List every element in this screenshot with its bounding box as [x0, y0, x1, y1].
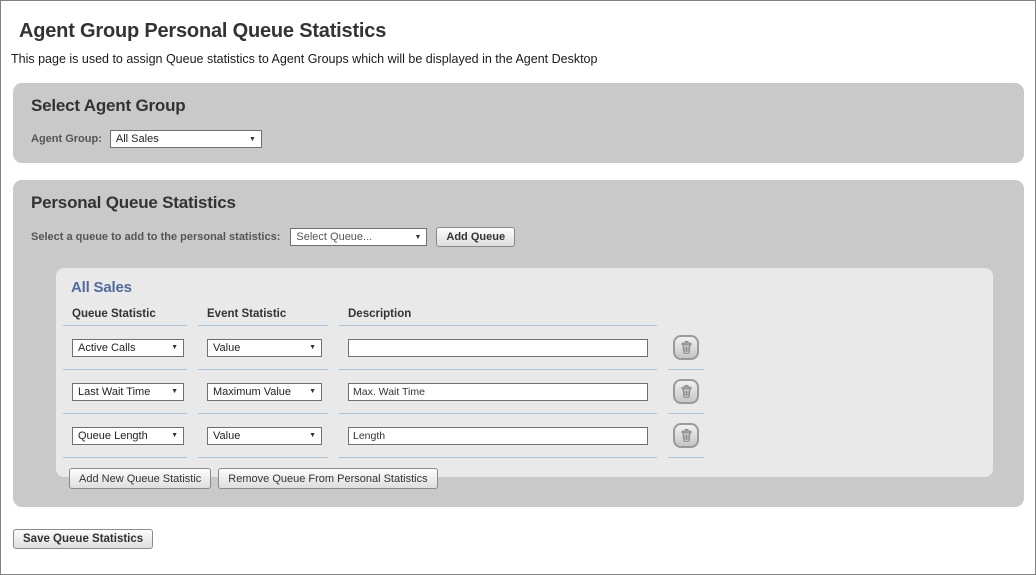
agent-group-label: Agent Group: — [31, 133, 102, 145]
save-queue-statistics-button[interactable]: Save Queue Statistics — [13, 529, 154, 549]
agent-group-statistics-panel: All Sales Queue Statistic Event Statisti… — [56, 268, 993, 489]
table-row — [668, 414, 704, 458]
dropdown-arrow-icon: ▼ — [171, 432, 178, 439]
dropdown-arrow-icon: ▼ — [309, 432, 316, 439]
event-statistic-value: Maximum Value — [213, 385, 292, 398]
table-row: Active Calls ▼ — [63, 326, 187, 370]
table-row — [339, 370, 657, 414]
dropdown-arrow-icon: ▼ — [248, 135, 256, 143]
table-row: Value ▼ — [198, 326, 328, 370]
group-title: All Sales — [71, 279, 132, 296]
table-actions: Add New Queue Statistic Remove Queue Fro… — [69, 468, 993, 489]
add-new-queue-statistic-button[interactable]: Add New Queue Statistic — [69, 468, 212, 489]
event-statistic-select[interactable]: Value ▼ — [207, 426, 322, 445]
queue-statistic-select[interactable]: Queue Length ▼ — [72, 426, 184, 445]
trash-icon — [680, 428, 692, 442]
queue-select-label: Select a queue to add to the personal st… — [31, 231, 281, 243]
statistics-table: Queue Statistic Event Statistic Descript… — [63, 302, 993, 458]
dropdown-arrow-icon: ▼ — [414, 233, 422, 241]
queue-add-row: Select a queue to add to the personal st… — [31, 227, 1024, 247]
dropdown-arrow-icon: ▼ — [171, 388, 178, 395]
table-row: Value ▼ — [198, 414, 328, 458]
queue-statistic-select[interactable]: Active Calls ▼ — [72, 338, 184, 357]
event-statistic-value: Value — [213, 429, 241, 442]
select-agent-group-heading: Select Agent Group — [31, 96, 186, 115]
queue-select-value: Select Queue... — [296, 231, 373, 243]
dropdown-arrow-icon: ▼ — [171, 344, 178, 351]
remove-queue-button[interactable]: Remove Queue From Personal Statistics — [218, 468, 438, 489]
event-statistic-value: Value — [213, 341, 241, 354]
event-statistic-select[interactable]: Value ▼ — [207, 338, 322, 357]
trash-icon — [680, 384, 692, 398]
personal-queue-statistics-panel: Personal Queue Statistics Select a queue… — [13, 180, 1024, 507]
column-header-delete — [668, 302, 704, 326]
page: Agent Group Personal Queue Statistics Th… — [0, 0, 1036, 575]
description-input[interactable] — [348, 338, 648, 357]
event-statistic-select[interactable]: Maximum Value ▼ — [207, 382, 322, 401]
page-subtitle: This page is used to assign Queue statis… — [11, 52, 598, 66]
description-input[interactable] — [348, 426, 648, 445]
queue-statistic-value: Last Wait Time — [78, 385, 151, 398]
queue-statistic-select[interactable]: Last Wait Time ▼ — [72, 382, 184, 401]
queue-statistic-value: Queue Length — [78, 429, 148, 442]
agent-group-select[interactable]: All Sales ▼ — [109, 130, 262, 148]
delete-row-button[interactable] — [673, 379, 699, 404]
trash-icon — [680, 340, 692, 354]
queue-select[interactable]: Select Queue... ▼ — [290, 228, 428, 246]
table-row — [668, 370, 704, 414]
select-agent-group-panel: Select Agent Group Agent Group: All Sale… — [13, 83, 1024, 163]
add-queue-button[interactable]: Add Queue — [436, 227, 516, 247]
personal-queue-statistics-heading: Personal Queue Statistics — [31, 193, 236, 212]
agent-group-row: Agent Group: All Sales ▼ — [31, 130, 1024, 148]
column-header-description: Description — [339, 302, 657, 326]
description-input[interactable] — [348, 382, 648, 401]
dropdown-arrow-icon: ▼ — [309, 344, 316, 351]
column-header-queue-statistic: Queue Statistic — [63, 302, 187, 326]
table-row: Last Wait Time ▼ — [63, 370, 187, 414]
dropdown-arrow-icon: ▼ — [309, 388, 316, 395]
table-row — [339, 326, 657, 370]
table-row — [339, 414, 657, 458]
agent-group-select-value: All Sales — [115, 133, 159, 145]
column-header-event-statistic: Event Statistic — [198, 302, 328, 326]
queue-statistic-value: Active Calls — [78, 341, 136, 354]
table-row: Maximum Value ▼ — [198, 370, 328, 414]
delete-row-button[interactable] — [673, 423, 699, 448]
delete-row-button[interactable] — [673, 335, 699, 360]
table-row — [668, 326, 704, 370]
page-title: Agent Group Personal Queue Statistics — [19, 20, 387, 42]
table-row: Queue Length ▼ — [63, 414, 187, 458]
